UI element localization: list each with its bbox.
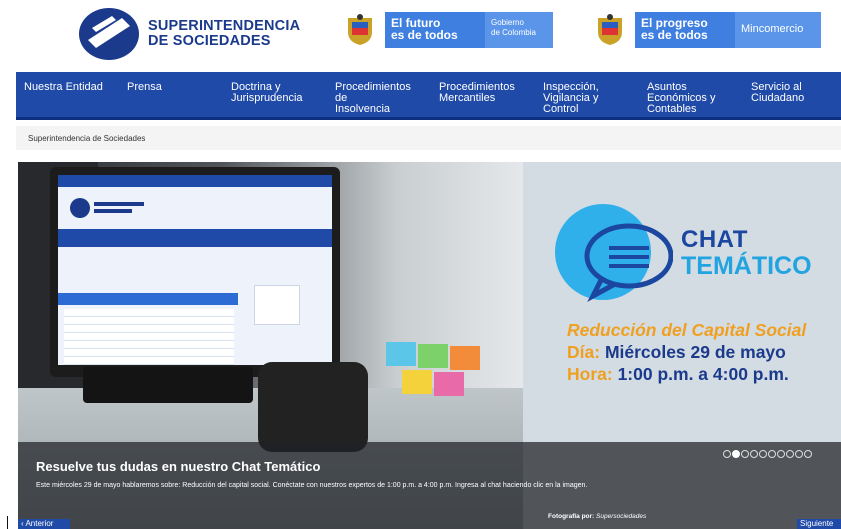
slide-caption: Resuelve tus dudas en nuestro Chat Temát… <box>18 442 841 529</box>
nav-item-label: Mercantiles <box>439 92 496 104</box>
credit-value: Supersociedades <box>596 513 647 520</box>
breadcrumb[interactable]: Superintendencia de Sociedades <box>16 126 841 150</box>
nav-item-asuntos[interactable]: Asuntos Económicos y Contables <box>639 72 743 117</box>
tematico-word: TEMÁTICO <box>681 252 812 280</box>
sticky-note <box>418 344 448 368</box>
hour-label: Hora: <box>567 364 613 384</box>
logo-text: SUPERINTENDENCIA DE SOCIEDADES <box>148 19 300 49</box>
caption-text: Este miércoles 29 de mayo hablaremos sob… <box>36 482 588 489</box>
nav-item-label: Nuestra Entidad <box>24 81 103 93</box>
text-cursor <box>7 516 8 529</box>
monitor-screen <box>58 175 332 365</box>
nav-item-nuestra-entidad[interactable]: Nuestra Entidad <box>16 72 119 117</box>
prev-slide-button[interactable]: ‹ Anterior <box>18 519 70 529</box>
sticky-note <box>434 372 464 396</box>
screen-table <box>64 309 234 365</box>
slide-pagination <box>723 450 813 458</box>
main-nav: Nuestra Entidad Prensa Doctrina y Jurisp… <box>16 72 841 120</box>
colombia-shield-icon <box>348 14 372 45</box>
header: SUPERINTENDENCIA DE SOCIEDADES El futuro… <box>0 0 841 68</box>
day-value: Miércoles 29 de mayo <box>604 342 786 362</box>
gov1-tagline-line2: es de todos <box>391 28 458 42</box>
page: SUPERINTENDENCIA DE SOCIEDADES El futuro… <box>0 0 841 529</box>
gov1-tagline: El futuro es de todos <box>385 12 485 48</box>
nav-item-insolvencia[interactable]: Procedimientos de Insolvencia <box>327 72 431 117</box>
nav-item-label: Procedimientos de <box>335 81 411 104</box>
screen-nav <box>58 229 332 247</box>
screen-logo-icon <box>70 198 144 218</box>
slide-dot[interactable] <box>804 450 812 458</box>
mincomercio-banner[interactable]: El progreso es de todos Mincomercio <box>595 12 821 48</box>
screen-banner <box>58 293 238 305</box>
gov1-entity-line1: Gobierno <box>491 18 524 27</box>
slide-dot[interactable] <box>795 450 803 458</box>
desk-phone <box>258 362 368 452</box>
monitor <box>50 167 340 377</box>
screen-topbar <box>58 175 332 187</box>
prev-arrow-icon: ‹ <box>21 519 24 528</box>
gobierno-banner[interactable]: El futuro es de todos Gobierno de Colomb… <box>345 12 553 48</box>
slide-dot[interactable] <box>732 450 740 458</box>
colombia-shield-icon <box>598 14 622 45</box>
hour-value: 1:00 p.m. a 4:00 p.m. <box>617 364 789 384</box>
promo-subtitle: Reducción del Capital Social <box>567 320 807 340</box>
nav-item-servicio[interactable]: Servicio al Ciudadano <box>743 72 841 117</box>
monitor-base <box>83 367 253 403</box>
gov2-tagline: El progreso es de todos <box>635 12 735 48</box>
slide-dot[interactable] <box>768 450 776 458</box>
gov2-entity: Mincomercio <box>735 12 821 48</box>
caption-title[interactable]: Resuelve tus dudas en nuestro Chat Temát… <box>36 459 320 474</box>
nav-item-prensa[interactable]: Prensa <box>119 72 223 117</box>
nav-item-mercantiles[interactable]: Procedimientos Mercantiles <box>431 72 535 117</box>
gov2-tagline-line2: es de todos <box>641 28 708 42</box>
logo-text-line2: DE SOCIEDADES <box>148 33 271 49</box>
gov1-entity: Gobierno de Colombia <box>485 12 553 48</box>
supersociedades-logo-icon <box>79 8 139 60</box>
slide-dot[interactable] <box>777 450 785 458</box>
nav-item-doctrina[interactable]: Doctrina y Jurisprudencia <box>223 72 327 117</box>
chat-bubble-icon <box>555 204 673 302</box>
nav-item-label: Control <box>543 103 579 115</box>
screen-card <box>254 285 300 325</box>
gov1-entity-line2: de Colombia <box>491 28 536 37</box>
nav-item-label: Contables <box>647 103 697 115</box>
site-logo[interactable]: SUPERINTENDENCIA DE SOCIEDADES <box>78 6 318 62</box>
day-label: Día: <box>567 342 601 362</box>
nav-item-label: Insolvencia <box>335 103 391 115</box>
slide-dot[interactable] <box>723 450 731 458</box>
nav-item-label: Ciudadano <box>751 92 805 104</box>
promo-hour: Hora: 1:00 p.m. a 4:00 p.m. <box>567 364 789 385</box>
credit-label: Fotografía por: <box>548 513 595 520</box>
promo-day: Día: Miércoles 29 de mayo <box>567 342 786 363</box>
slide-dot[interactable] <box>786 450 794 458</box>
chat-word: CHAT <box>681 226 748 253</box>
nav-item-inspeccion[interactable]: Inspección, Vigilancia y Control <box>535 72 639 117</box>
nav-item-label: Jurisprudencia <box>231 92 303 104</box>
slide-dot[interactable] <box>750 450 758 458</box>
logo-text-line1: SUPERINTENDENCIA <box>148 18 301 34</box>
photo-credit: Fotografía por: Supersociedades <box>548 513 646 520</box>
sticky-note <box>402 370 432 394</box>
image-slider[interactable]: CHAT TEMÁTICO Reducción del Capital Soci… <box>18 162 841 529</box>
slide-dot[interactable] <box>741 450 749 458</box>
prev-label: Anterior <box>25 519 54 528</box>
sticky-note <box>450 346 480 370</box>
next-slide-button[interactable]: Siguiente <box>797 519 841 529</box>
nav-item-label: Prensa <box>127 81 162 93</box>
slide-dot[interactable] <box>759 450 767 458</box>
sticky-note <box>386 342 416 366</box>
